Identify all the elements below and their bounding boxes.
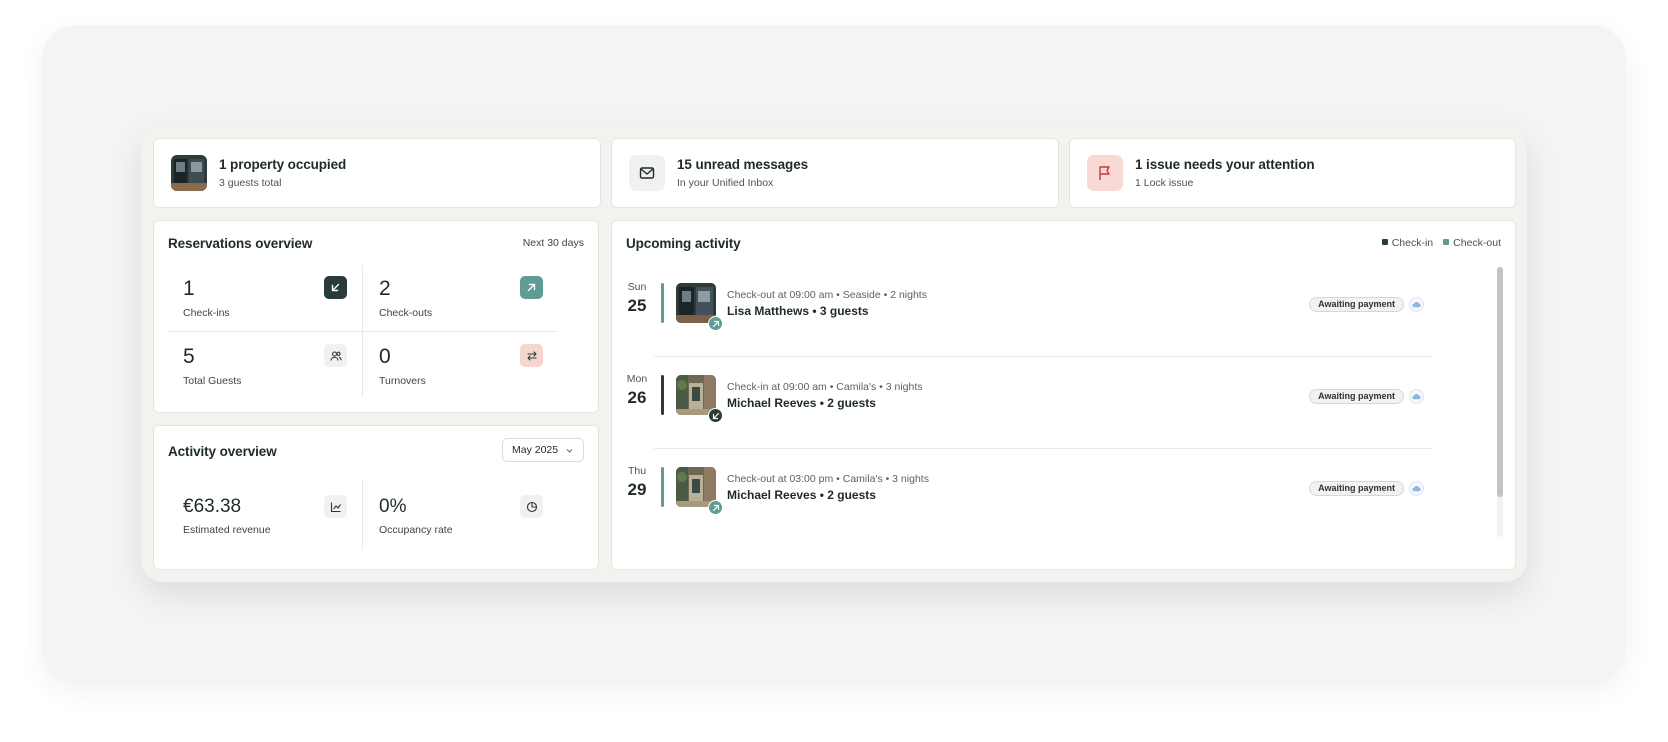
metric-value: 2: [379, 277, 391, 300]
period-value: May 2025: [512, 444, 559, 456]
metric-value: 0%: [379, 496, 407, 517]
check-in-icon: [708, 408, 723, 423]
swap-icon: [520, 344, 543, 367]
stat-title: 1 property occupied: [219, 157, 347, 172]
chevron-down-icon: [566, 449, 573, 453]
cloud-icon: [1409, 297, 1424, 312]
day-number: 26: [627, 388, 647, 407]
metric-value: €63.38: [183, 496, 242, 517]
activity-item[interactable]: Sun 25 Check-out at 09:00 am • Seaside •…: [626, 265, 1432, 357]
panel-title: Activity overview: [168, 444, 277, 459]
stat-title: 15 unread messages: [677, 157, 809, 172]
guest-summary: Michael Reeves • 2 guests: [727, 488, 876, 502]
cloud-icon: [1409, 389, 1424, 404]
stat-subtitle: In your Unified Inbox: [677, 177, 774, 189]
pie-chart-icon: [520, 495, 543, 518]
metric-estimated-revenue: €63.38 Estimated revenue: [168, 484, 362, 550]
legend-swatch: [1443, 239, 1450, 245]
divider: [168, 331, 558, 332]
reservations-overview-panel: Reservations overview Next 30 days 1 Che…: [153, 220, 599, 413]
stat-card-properties[interactable]: 1 property occupied 3 guests total: [153, 138, 601, 208]
activity-type-bar: [661, 467, 664, 507]
legend-item-check-out: Check-out: [1443, 237, 1501, 249]
period-dropdown[interactable]: May 2025: [502, 438, 584, 462]
day-number: 25: [627, 296, 647, 315]
check-out-icon: [708, 316, 723, 331]
activity-type-bar: [661, 283, 664, 323]
metric-label: Check-ins: [183, 307, 230, 319]
day-of-week: Thu: [627, 465, 647, 477]
status-badge: Awaiting payment: [1309, 297, 1404, 312]
day-of-week: Mon: [626, 373, 648, 385]
day-number: 29: [627, 480, 647, 499]
metric-value: 1: [183, 277, 195, 300]
legend-swatch: [1381, 239, 1388, 245]
legend: Check-in Check-out: [1381, 237, 1501, 249]
status-badge: Awaiting payment: [1309, 389, 1404, 404]
cloud-icon: [1409, 481, 1424, 496]
users-icon: [324, 344, 347, 367]
activity-scrollbar[interactable]: [1497, 267, 1503, 537]
activity-item[interactable]: Mon 26 Check-in at 09:00 am • Camila's •…: [626, 357, 1432, 449]
upcoming-activity-panel: Upcoming activity Check-in Check-out Sun…: [611, 220, 1516, 570]
arrow-up-right-icon: [520, 276, 543, 299]
guest-summary: Michael Reeves • 2 guests: [727, 396, 876, 410]
arrow-down-left-icon: [324, 276, 347, 299]
activity-meta: Check-out at 09:00 am • Seaside • 2 nigh…: [727, 289, 927, 301]
metric-label: Check-outs: [379, 307, 433, 319]
dashboard: 1 property occupied 3 guests total 15 un…: [141, 126, 1527, 582]
stat-card-issues[interactable]: 1 issue needs your attention 1 Lock issu…: [1069, 138, 1516, 208]
metric-label: Estimated revenue: [183, 524, 271, 536]
metric-value: 5: [183, 345, 195, 368]
legend-item-check-in: Check-in: [1381, 237, 1433, 249]
panel-title: Reservations overview: [168, 236, 313, 251]
flag-icon: [1087, 155, 1123, 191]
metric-label: Occupancy rate: [379, 524, 453, 536]
metric-occupancy-rate: 0% Occupancy rate: [364, 484, 558, 550]
stat-subtitle: 3 guests total: [219, 177, 282, 189]
activity-meta: Check-in at 09:00 am • Camila's • 3 nigh…: [727, 381, 923, 393]
activity-item[interactable]: Thu 29 Check-out at 03:00 pm • Camila's …: [626, 449, 1432, 537]
metric-check-outs: 2 Check-outs: [364, 265, 558, 331]
mail-icon: [629, 155, 665, 191]
check-out-icon: [708, 500, 723, 515]
day-of-week: Sun: [627, 281, 647, 293]
line-chart-icon: [324, 495, 347, 518]
stat-title: 1 issue needs your attention: [1135, 157, 1315, 172]
activity-meta: Check-out at 03:00 pm • Camila's • 3 nig…: [727, 473, 929, 485]
guest-summary: Lisa Matthews • 3 guests: [727, 304, 869, 318]
scrollbar-thumb[interactable]: [1497, 267, 1503, 497]
stat-subtitle: 1 Lock issue: [1135, 177, 1194, 189]
date-range-label: Next 30 days: [522, 237, 584, 249]
metric-total-guests: 5 Total Guests: [168, 333, 362, 399]
metric-value: 0: [379, 345, 391, 368]
activity-overview-panel: Activity overview May 2025 €63.38 Estima…: [153, 425, 599, 570]
activity-type-bar: [661, 375, 664, 415]
status-badge: Awaiting payment: [1309, 481, 1404, 496]
activity-list: Sun 25 Check-out at 09:00 am • Seaside •…: [626, 265, 1442, 537]
metric-label: Turnovers: [379, 375, 426, 387]
metric-turnovers: 0 Turnovers: [364, 333, 558, 399]
stat-card-messages[interactable]: 15 unread messages In your Unified Inbox: [611, 138, 1059, 208]
divider: [362, 480, 363, 550]
panel-title: Upcoming activity: [626, 236, 741, 251]
metric-label: Total Guests: [183, 375, 242, 387]
metric-check-ins: 1 Check-ins: [168, 265, 362, 331]
property-thumbnail: [171, 155, 207, 191]
